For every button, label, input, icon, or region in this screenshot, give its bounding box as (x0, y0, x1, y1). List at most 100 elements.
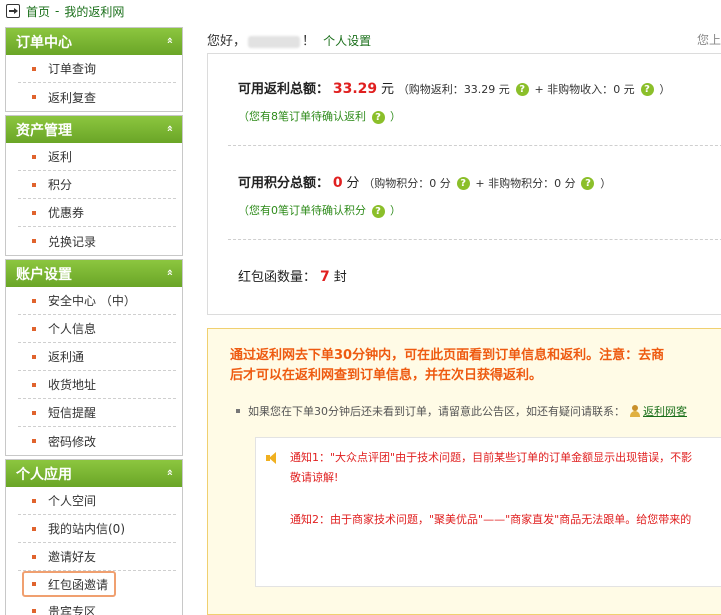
points-shopping-value: 0 分 (429, 177, 451, 190)
bullet-icon (32, 582, 36, 586)
bullet-icon (32, 239, 36, 243)
sidebar-item[interactable]: 邀请好友 (18, 543, 176, 571)
greeting: 您好， ！ 个人设置 (207, 30, 371, 49)
collapse-chevron-icon[interactable]: » (163, 271, 176, 276)
envelope-label: 红包函数量： (238, 270, 317, 285)
collapse-chevron-icon[interactable]: » (163, 127, 176, 132)
balance-panel: 可用返利总额： 33.29 元 （购物返利：33.29 元 ? + 非购物收入：… (207, 53, 721, 315)
rebate-plus-text: + 非购物收入： (534, 83, 614, 96)
sidebar-item-label: 个人空间 (48, 494, 97, 508)
rebate-row: 可用返利总额： 33.29 元 （购物返利：33.29 元 ? + 非购物收入：… (238, 78, 670, 97)
sidebar-item[interactable]: 积分 (18, 171, 176, 199)
bullet-icon (32, 410, 36, 415)
question-icon[interactable]: ? (640, 83, 654, 96)
sidebar-section-header[interactable]: 账户设置 » (6, 260, 182, 287)
personal-settings-link[interactable]: 个人设置 (323, 34, 371, 48)
sidebar-section-title: 账户设置 (16, 266, 72, 283)
sidebar-section: 账户设置 » 安全中心 （中） 个人信息返利通收货地址短信提醒 密码修改 (5, 259, 183, 456)
bullet-icon (32, 609, 36, 613)
sidebar-item-list: 安全中心 （中） 个人信息返利通收货地址短信提醒 密码修改 (6, 287, 182, 455)
sidebar-item-label: 积分 (48, 178, 73, 192)
bullet-icon (32, 298, 36, 303)
rebate-label: 可用返利总额： (238, 82, 330, 97)
sidebar-item[interactable]: 短信提醒 (18, 399, 176, 427)
notice-panel: 通过返利网去下单30分钟内，可在此页面看到订单信息和返利。注意：去商 后才可以在… (207, 328, 721, 615)
points-label: 可用积分总额： (238, 176, 330, 191)
question-icon[interactable]: ? (581, 177, 595, 190)
breadcrumb-current-link[interactable]: 我的返利网 (64, 3, 124, 20)
sidebar-section-header[interactable]: 订单中心 » (6, 28, 182, 55)
sidebar-item-label: 返利复查 (48, 90, 97, 105)
collapse-chevron-icon[interactable]: » (163, 471, 176, 476)
question-icon[interactable]: ? (515, 83, 529, 96)
sidebar-item[interactable]: 返利复查 (18, 83, 176, 111)
rebate-unit: 元 (380, 82, 394, 97)
rebate-pending-close: ） (390, 110, 401, 123)
sidebar-item[interactable]: 订单查询 (18, 55, 176, 83)
sidebar-item-label: 安全中心 （中） (48, 294, 136, 308)
greeting-suffix: ！ (302, 34, 316, 49)
sidebar-item[interactable]: 优惠券 (18, 199, 176, 227)
sidebar-item[interactable]: 个人信息 (18, 315, 176, 343)
points-breakdown-close: ） (600, 177, 612, 190)
divider (228, 239, 721, 240)
sidebar-item[interactable]: 个人空间 (18, 487, 176, 515)
question-icon[interactable]: ? (371, 204, 385, 218)
breadcrumb: 首页 - 我的返利网 (6, 2, 124, 20)
sidebar-section-title: 个人应用 (16, 466, 72, 483)
bullet-icon (32, 182, 36, 187)
sidebar-section-header[interactable]: 个人应用 » (6, 460, 182, 487)
sidebar-item-label: 邀请好友 (48, 550, 97, 564)
notice-bullet-text: 如果您在下单30分钟后还未看到订单，请留意此公告区，如还有疑问请联系： (248, 405, 625, 418)
sidebar-section: 个人应用 » 个人空间我的站内信(0) 邀请好友红包函邀请 贵宾专区 (5, 459, 183, 615)
collapse-chevron-icon[interactable]: » (163, 39, 176, 44)
sidebar-item[interactable]: 返利 (18, 143, 176, 171)
points-pending-close: ） (390, 204, 401, 217)
sidebar-item[interactable]: 兑换记录 (18, 227, 176, 255)
sidebar-section: 订单中心 » 订单查询返利复查 (5, 27, 183, 112)
sidebar-item[interactable]: 收货地址 (18, 371, 176, 399)
bullet-icon (32, 554, 36, 559)
rebate-pending-text: （您有8笔订单待确认返利 (238, 110, 366, 123)
sidebar-item[interactable]: 贵宾专区 (18, 597, 176, 615)
envelope-unit: 封 (333, 270, 347, 285)
points-pending-text: （您有0笔订单待确认积分 (238, 204, 366, 217)
question-icon[interactable]: ? (371, 110, 385, 124)
sidebar-item-label: 返利通 (48, 350, 85, 364)
points-breakdown-open: （购物积分： (363, 177, 430, 190)
question-icon[interactable]: ? (456, 177, 470, 190)
breadcrumb-separator: - (55, 4, 60, 18)
sidebar-item-label: 兑换记录 (48, 234, 97, 249)
speaker-icon (266, 452, 280, 464)
sidebar-item[interactable]: 我的站内信(0) (18, 515, 176, 543)
sidebar-item-list: 个人空间我的站内信(0) 邀请好友红包函邀请 贵宾专区 (6, 487, 182, 615)
bullet-icon (32, 66, 36, 71)
rebate-shopping-value: 33.29 元 (463, 83, 510, 96)
customer-service-icon (629, 405, 641, 417)
bullet-icon (32, 154, 36, 159)
points-row: 可用积分总额： 0 分 （购物积分：0 分 ? + 非购物积分：0 分 ? ） (238, 172, 611, 191)
sidebar-section-title: 订单中心 (16, 34, 72, 51)
breadcrumb-home-link[interactable]: 首页 (26, 3, 50, 20)
notice-headline: 通过返利网去下单30分钟内，可在此页面看到订单信息和返利。注意：去商 后才可以在… (230, 346, 721, 386)
sidebar-item[interactable]: 返利通 (18, 343, 176, 371)
bullet-icon (32, 210, 36, 215)
sidebar-item-label: 我的站内信(0) (48, 522, 125, 536)
contact-service-link[interactable]: 返利网客 (643, 403, 687, 419)
sidebar-item[interactable]: 密码修改 (18, 427, 176, 455)
bullet-icon (32, 382, 36, 387)
rebate-breakdown-close: ） (659, 83, 671, 96)
sidebar-item[interactable]: 安全中心 （中） (18, 287, 176, 315)
sidebar-item-label: 收货地址 (48, 378, 97, 392)
enter-arrow-icon (6, 4, 20, 18)
sidebar-item-label: 订单查询 (48, 62, 97, 76)
bullet-icon (32, 498, 36, 503)
rebate-nonshopping-value: 0 元 (613, 83, 635, 96)
sidebar-item[interactable]: 红包函邀请 (22, 571, 116, 597)
bullet-square (236, 409, 240, 413)
sidebar-section-header[interactable]: 资产管理 » (6, 116, 182, 143)
announcement-box: 通知1："大众点评团"由于技术问题，目前某些订单的订单金额显示出现错误，不影 敬… (255, 437, 721, 587)
sidebar: 订单中心 » 订单查询返利复查资产管理 » 返利积分优惠券兑换记录账户设置 » 安全中心 （… (5, 27, 183, 615)
points-pending-note: （您有0笔订单待确认积分 ? ） (238, 202, 401, 218)
username-blurred (248, 35, 301, 48)
